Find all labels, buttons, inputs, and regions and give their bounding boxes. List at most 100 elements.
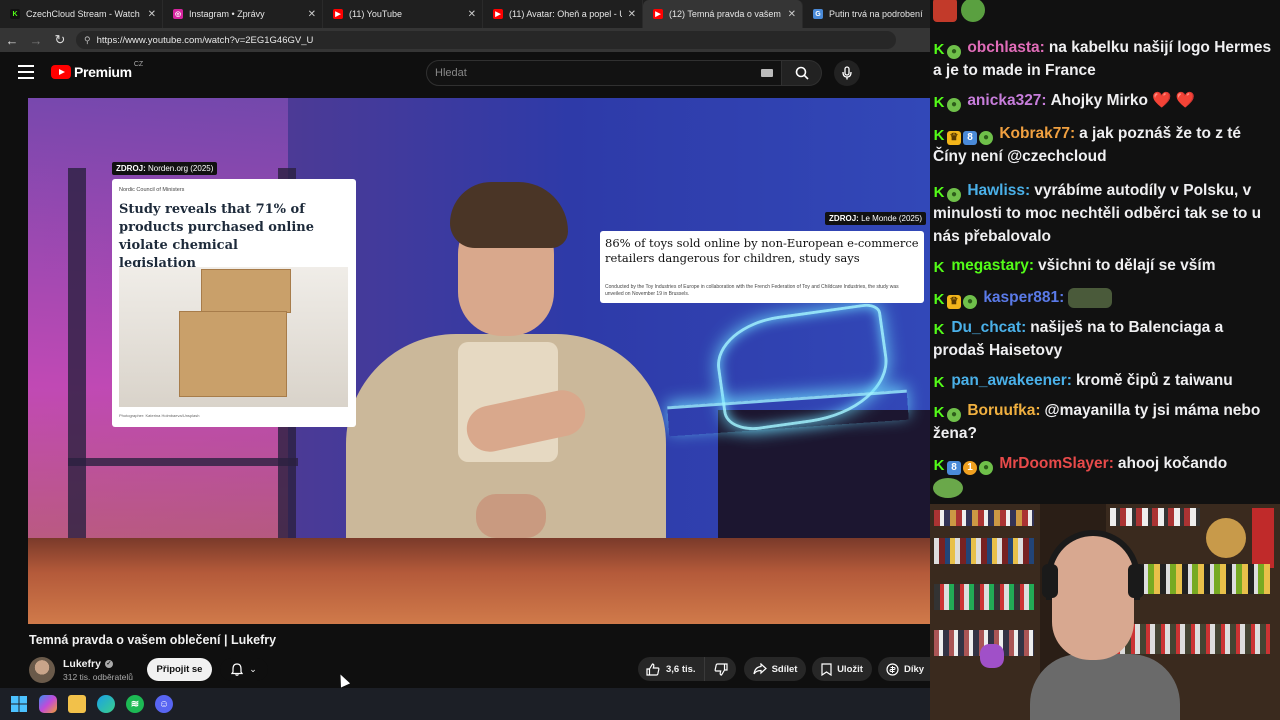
channel-name[interactable]: Lukefry ✓ (63, 658, 113, 670)
chat-username[interactable]: pan_awakeener: (951, 372, 1072, 389)
article-headline: 86% of toys sold online by non-European … (605, 236, 919, 265)
chat-username[interactable]: Hawliss: (967, 182, 1030, 199)
article-subtitle: Conducted by the Toy Industries of Europ… (605, 284, 899, 297)
url-text: https://www.youtube.com/watch?v=2EG1G46G… (96, 34, 314, 46)
headset-earcup (1128, 564, 1144, 598)
frog-badge-icon: ● (947, 188, 961, 202)
close-icon[interactable]: ✕ (468, 9, 476, 20)
forward-arrow-icon[interactable]: → (24, 28, 48, 52)
spotify-icon[interactable]: ≋ (126, 695, 144, 713)
tab-active-video[interactable]: ▶ (12) Temná pravda o vašem oblečí ✕ (643, 0, 803, 28)
video-player[interactable]: ZDROJ: Norden.org (2025) Nordic Council … (28, 98, 930, 624)
copilot-icon[interactable] (39, 695, 57, 713)
chat-text: kromě čipů z taiwanu (1075, 372, 1233, 389)
kick-badge-icon: K (933, 94, 945, 111)
search-button[interactable] (782, 60, 822, 86)
thanks-button[interactable]: Díky (878, 657, 930, 681)
video-title: Temná pravda o vašem oblečení | Lukefry (29, 633, 277, 647)
chat-message: K ● obchlasta: na kabelku našijí logo Herm… (933, 36, 1278, 82)
kick-badge-icon: K (933, 41, 945, 58)
share-button[interactable]: Sdílet (744, 657, 806, 681)
photo-caption: Photographer: Katerina Holmbaeva/Unsplas… (119, 413, 200, 418)
gifter-badge-icon: 1 (963, 461, 977, 475)
chat-username[interactable]: megastary: (951, 257, 1034, 274)
close-icon[interactable]: ✕ (628, 9, 636, 20)
frog-badge-icon: ● (979, 131, 993, 145)
chat-text: ahooj kočando (1117, 455, 1228, 472)
instagram-icon: ◎ (173, 9, 183, 19)
edge-icon[interactable] (97, 695, 115, 713)
back-arrow-icon[interactable]: ← (0, 28, 24, 52)
join-button[interactable]: Připojit se (147, 658, 212, 681)
search-input[interactable]: Hledat (426, 60, 782, 86)
keyboard-icon[interactable] (761, 69, 773, 77)
url-field[interactable]: ⚲ https://www.youtube.com/watch?v=2EG1G4… (76, 31, 896, 49)
like-button[interactable]: 3,6 tis. (638, 657, 704, 681)
youtube-logo[interactable]: Premium CZ (51, 61, 143, 80)
source-label: ZDROJ: (829, 214, 859, 223)
headset-earcup (1042, 564, 1058, 598)
globe (1206, 518, 1246, 558)
kick-icon: K (10, 9, 20, 19)
bell-icon (231, 663, 244, 676)
menu-icon[interactable] (18, 65, 34, 79)
dislike-button[interactable] (704, 657, 736, 681)
presenter-hand (476, 494, 546, 538)
premium-label: Premium (74, 64, 132, 80)
tab-instagram[interactable]: ◎ Instagram • Zprávy ✕ (163, 0, 323, 28)
source-tag: ZDROJ: Le Monde (2025) (825, 212, 926, 225)
emote-row (933, 478, 963, 498)
windows-logo (11, 696, 27, 712)
chat-message: K pan_awakeener: kromě čipů z taiwanu (933, 369, 1278, 392)
thanks-label: Díky (904, 663, 925, 675)
like-count: 3,6 tis. (666, 663, 696, 675)
chat-username[interactable]: Boruufka: (967, 402, 1040, 419)
reload-icon[interactable]: ↻ (48, 28, 72, 52)
close-icon[interactable]: ✕ (308, 9, 316, 20)
site-info-icon[interactable]: ⚲ (84, 35, 91, 46)
channel-name-text: Lukefry (63, 658, 101, 670)
chat-username[interactable]: MrDoomSlayer: (999, 455, 1114, 472)
live-chat-panel: K ● obchlasta: na kabelku našijí logo Herm… (930, 0, 1280, 504)
verified-icon: ✓ (104, 660, 113, 669)
kick-badge-icon: K (933, 184, 945, 201)
chat-username[interactable]: kasper881: (983, 289, 1064, 306)
shelf (68, 458, 298, 466)
discord-icon[interactable]: ☺ (155, 695, 173, 713)
frog-badge-icon: ● (963, 295, 977, 309)
tab-news[interactable]: G Putin trvá na podrobení Ukraj (803, 0, 930, 28)
youtube-icon: ▶ (653, 9, 663, 19)
close-icon[interactable]: ✕ (788, 9, 796, 20)
chat-message: K ● Boruufka: @mayanilla ty jsi máma nebo … (933, 399, 1278, 445)
red-box (1252, 508, 1274, 568)
close-icon[interactable]: ✕ (148, 9, 156, 20)
file-explorer-icon[interactable] (68, 695, 86, 713)
mic-button[interactable] (834, 60, 860, 86)
chat-message: K Du_chcat: našiješ na to Balenciaga a pr… (933, 316, 1278, 362)
tab-avatar[interactable]: ▶ (11) Avatar: Oheň a popel - Už mě ✕ (483, 0, 643, 28)
tab-youtube[interactable]: ▶ (11) YouTube ✕ (323, 0, 483, 28)
frog-badge-icon: ● (947, 408, 961, 422)
book-row (934, 584, 1034, 610)
windows-start-icon[interactable] (10, 695, 28, 713)
chat-username[interactable]: Du_chcat: (951, 319, 1026, 336)
youtube-play-icon (51, 65, 71, 79)
pepe-emote (933, 478, 963, 498)
tab-czechcloud[interactable]: K CzechCloud Stream - Watch Live o ✕ (0, 0, 163, 28)
youtube-icon: ▶ (333, 9, 343, 19)
notifications-button[interactable]: ⌄ (220, 658, 268, 681)
mouse-cursor (335, 672, 351, 688)
tab-title: (11) YouTube (349, 9, 403, 19)
tab-title: (12) Temná pravda o vašem oblečí (669, 9, 782, 19)
chat-message: K ● anicka327: Ahojky Mirko ❤️ ❤️ (933, 89, 1278, 112)
streamer-body (1030, 654, 1180, 720)
save-button[interactable]: Uložit (812, 657, 872, 681)
book-row (1110, 508, 1200, 526)
book-row (934, 538, 1034, 564)
channel-avatar[interactable] (29, 657, 55, 683)
chat-username[interactable]: obchlasta: (967, 39, 1045, 56)
chat-username[interactable]: Kobrak77: (999, 125, 1075, 142)
share-icon (752, 663, 767, 675)
chat-username[interactable]: anicka327: (967, 92, 1046, 109)
source-value: Norden.org (2025) (148, 164, 214, 173)
